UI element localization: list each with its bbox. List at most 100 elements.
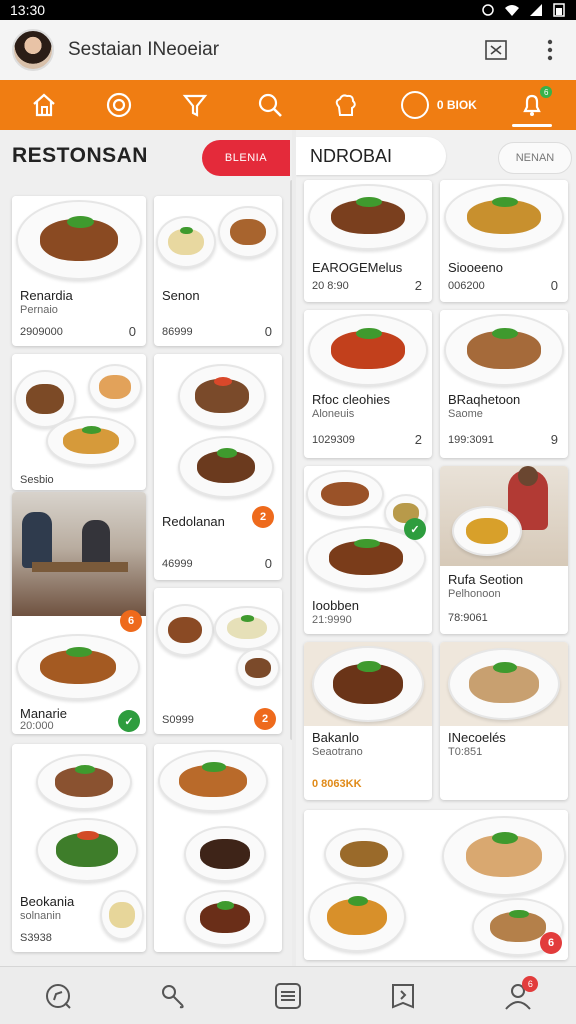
- notification-dot: 6: [540, 86, 553, 98]
- dish-name: Beokania: [20, 894, 75, 909]
- dish-card[interactable]: Senon 86999 0: [154, 196, 282, 346]
- status-time: 13:30: [10, 2, 46, 18]
- dish-image: [154, 744, 282, 952]
- plate: [218, 206, 278, 258]
- dish-sub: Aloneuis: [312, 408, 355, 420]
- plate: [100, 890, 144, 940]
- dish-image: [12, 196, 146, 282]
- dish-card[interactable]: Beokania solnanin S3938: [12, 744, 146, 952]
- nav-profile[interactable]: 6: [498, 975, 539, 1016]
- dish-image: [12, 744, 146, 894]
- dish-sub: T0:851: [448, 746, 483, 758]
- status-badge: 2: [254, 708, 276, 730]
- tab-home[interactable]: [24, 80, 64, 130]
- dish-image: [304, 310, 432, 390]
- status-badge: 6: [540, 932, 562, 954]
- right-section-title[interactable]: NDROBAI: [296, 137, 446, 175]
- chef-photo: [440, 466, 568, 566]
- nav-links[interactable]: [153, 976, 193, 1016]
- dish-name: Ioobben: [312, 598, 359, 613]
- dish-name: Manarie: [20, 706, 67, 721]
- plate: [214, 606, 280, 650]
- left-column: RESTONSAN BLENIA Renardia Pernaio 290900…: [0, 130, 292, 966]
- dish-sub: solnanin: [20, 910, 61, 922]
- tab-filter[interactable]: [175, 80, 215, 130]
- dish-price: S0999: [162, 714, 194, 726]
- plate: [16, 634, 140, 700]
- alarm-icon: [482, 4, 494, 16]
- dish-name: INecoelés: [448, 730, 506, 745]
- nav-explore[interactable]: [38, 976, 78, 1016]
- dish-name: Redolanan: [162, 514, 225, 529]
- dish-name: Senon: [162, 288, 200, 303]
- nav-menu[interactable]: [268, 976, 308, 1016]
- dish-card[interactable]: Redolanan 46999 0 2: [154, 354, 282, 580]
- dish-price: 2909000: [20, 326, 63, 338]
- right-section-header: NDROBAI NENAN: [296, 130, 576, 182]
- dish-card[interactable]: Rfoc cleohies Aloneuis 1029309 2: [304, 310, 432, 458]
- left-scrollbar[interactable]: [290, 180, 292, 740]
- tab-book[interactable]: 0 BIOK: [400, 80, 477, 130]
- dish-price: 78:9061: [448, 612, 488, 624]
- dish-sub: 20:000: [20, 720, 54, 732]
- dish-name: Siooeeno: [448, 260, 503, 275]
- dish-image: [440, 642, 568, 726]
- dish-card[interactable]: Sesbio: [12, 354, 146, 490]
- dish-price: 86999: [162, 326, 193, 338]
- tab-chef[interactable]: [325, 80, 365, 130]
- dish-sub: Seaotrano: [312, 746, 363, 758]
- chef-hat-icon: [336, 94, 357, 116]
- tab-notifications[interactable]: 6: [512, 80, 553, 130]
- dish-name: Bakanlo: [312, 730, 359, 745]
- plate: [88, 364, 142, 410]
- dish-count: 0: [264, 324, 272, 339]
- right-section-chip[interactable]: NENAN: [498, 142, 572, 174]
- tab-book-label: 0 BIOK: [436, 98, 477, 112]
- dish-card[interactable]: 6 Manarie 20:000 ✓: [12, 492, 146, 734]
- nav-saved[interactable]: [383, 976, 423, 1016]
- dish-sub: Pelhonoon: [448, 588, 501, 600]
- dish-card[interactable]: ✓ Ioobben 21:9990: [304, 466, 432, 634]
- plate: [324, 828, 404, 880]
- dish-card[interactable]: Rufa Seotion Pelhonoon 78:9061: [440, 466, 568, 634]
- dish-price: S3938: [20, 932, 52, 944]
- dish-card[interactable]: [154, 744, 282, 952]
- dish-card[interactable]: Renardia Pernaio 2909000 0: [12, 196, 146, 346]
- dish-count: 9: [550, 432, 558, 447]
- filter-icon: [182, 94, 207, 117]
- plate: [308, 314, 428, 386]
- tab-search[interactable]: [250, 80, 290, 130]
- dish-card[interactable]: EAROGEMelus 20 8:90 2: [304, 180, 432, 302]
- book-ring-icon: [400, 91, 429, 119]
- dish-card[interactable]: 6: [304, 810, 568, 960]
- dish-price: 0 8063KK: [312, 778, 362, 790]
- dish-name: BRaqhetoon: [448, 392, 521, 407]
- dish-card[interactable]: S0999 2: [154, 588, 282, 734]
- dish-card[interactable]: Siooeeno 006200 0: [440, 180, 568, 302]
- avatar[interactable]: [12, 29, 54, 71]
- left-section-title: RESTONSAN: [12, 144, 148, 167]
- dish-count: 0: [128, 324, 136, 339]
- target-icon: [107, 92, 132, 118]
- dish-card[interactable]: BRaqhetoon Saome 199:3091 9: [440, 310, 568, 458]
- dish-image: [440, 310, 568, 390]
- close-window-button[interactable]: [482, 36, 510, 64]
- left-section-chip[interactable]: BLENIA: [202, 140, 290, 176]
- plate: [306, 470, 384, 518]
- plate: [184, 826, 266, 882]
- list-icon: [274, 982, 301, 1009]
- dish-name: EAROGEMelus: [312, 260, 403, 275]
- status-badge: 6: [120, 610, 142, 632]
- dish-name: Rufa Seotion: [448, 572, 524, 587]
- search-icon: [258, 93, 282, 117]
- check-badge: ✓: [118, 710, 140, 732]
- dish-card[interactable]: INecoelés T0:851: [440, 642, 568, 800]
- more-vertical-icon: [547, 39, 553, 61]
- dish-card[interactable]: Bakanlo Seaotrano 0 8063KK: [304, 642, 432, 800]
- dish-price: 20 8:90: [312, 280, 349, 292]
- dish-sub: 21:9990: [312, 614, 352, 626]
- tab-offers[interactable]: [99, 80, 139, 130]
- plate: [448, 648, 560, 720]
- dish-name: Rfoc cleohies: [312, 392, 391, 407]
- more-menu-button[interactable]: [536, 36, 564, 64]
